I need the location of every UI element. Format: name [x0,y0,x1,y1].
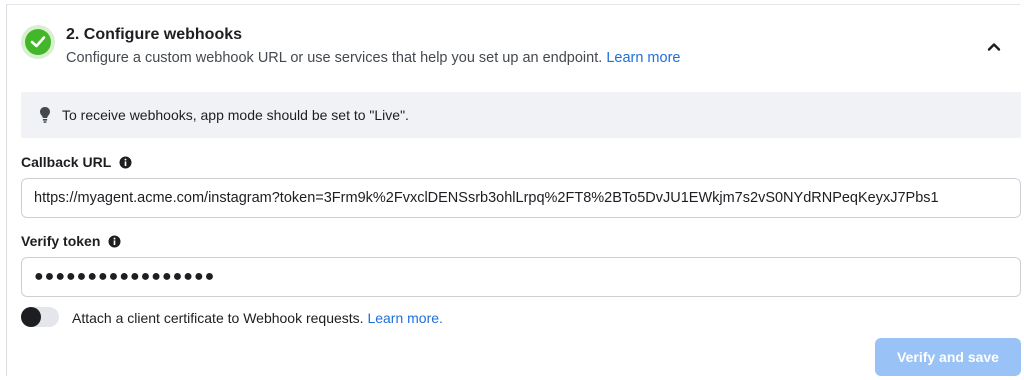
client-certificate-label: Attach a client certificate to Webhook r… [72,310,443,326]
verify-and-save-button[interactable]: Verify and save [875,338,1021,376]
verify-token-label: Verify token [21,233,121,251]
callback-url-field[interactable] [21,178,1021,218]
callback-url-label: Callback URL [21,154,132,172]
verify-token-input[interactable] [22,258,1020,296]
section-subtitle: Configure a custom webhook URL or use se… [66,50,680,66]
section-title: 2. Configure webhooks [66,26,243,43]
live-mode-notice: To receive webhooks, app mode should be … [21,92,1021,138]
section-header[interactable]: 2. Configure webhooks Configure a custom… [7,5,1020,77]
verify-token-field[interactable] [21,257,1021,297]
client-certificate-learn-more-link[interactable]: Learn more. [367,310,442,326]
info-icon[interactable] [108,235,121,251]
client-certificate-text: Attach a client certificate to Webhook r… [72,310,364,326]
notice-text: To receive webhooks, app mode should be … [62,107,409,123]
chevron-up-icon[interactable] [982,35,1006,59]
callback-url-label-text: Callback URL [21,154,111,170]
callback-url-input[interactable] [22,179,1020,217]
info-icon[interactable] [119,156,132,172]
lightbulb-icon [39,106,51,129]
toggle-knob [21,307,41,327]
verify-token-label-text: Verify token [21,233,101,249]
configure-webhooks-card: 2. Configure webhooks Configure a custom… [6,4,1021,376]
section-subtitle-text: Configure a custom webhook URL or use se… [66,50,603,66]
client-certificate-toggle[interactable] [21,307,59,327]
check-circle-icon [25,29,51,55]
learn-more-link[interactable]: Learn more [606,50,680,66]
